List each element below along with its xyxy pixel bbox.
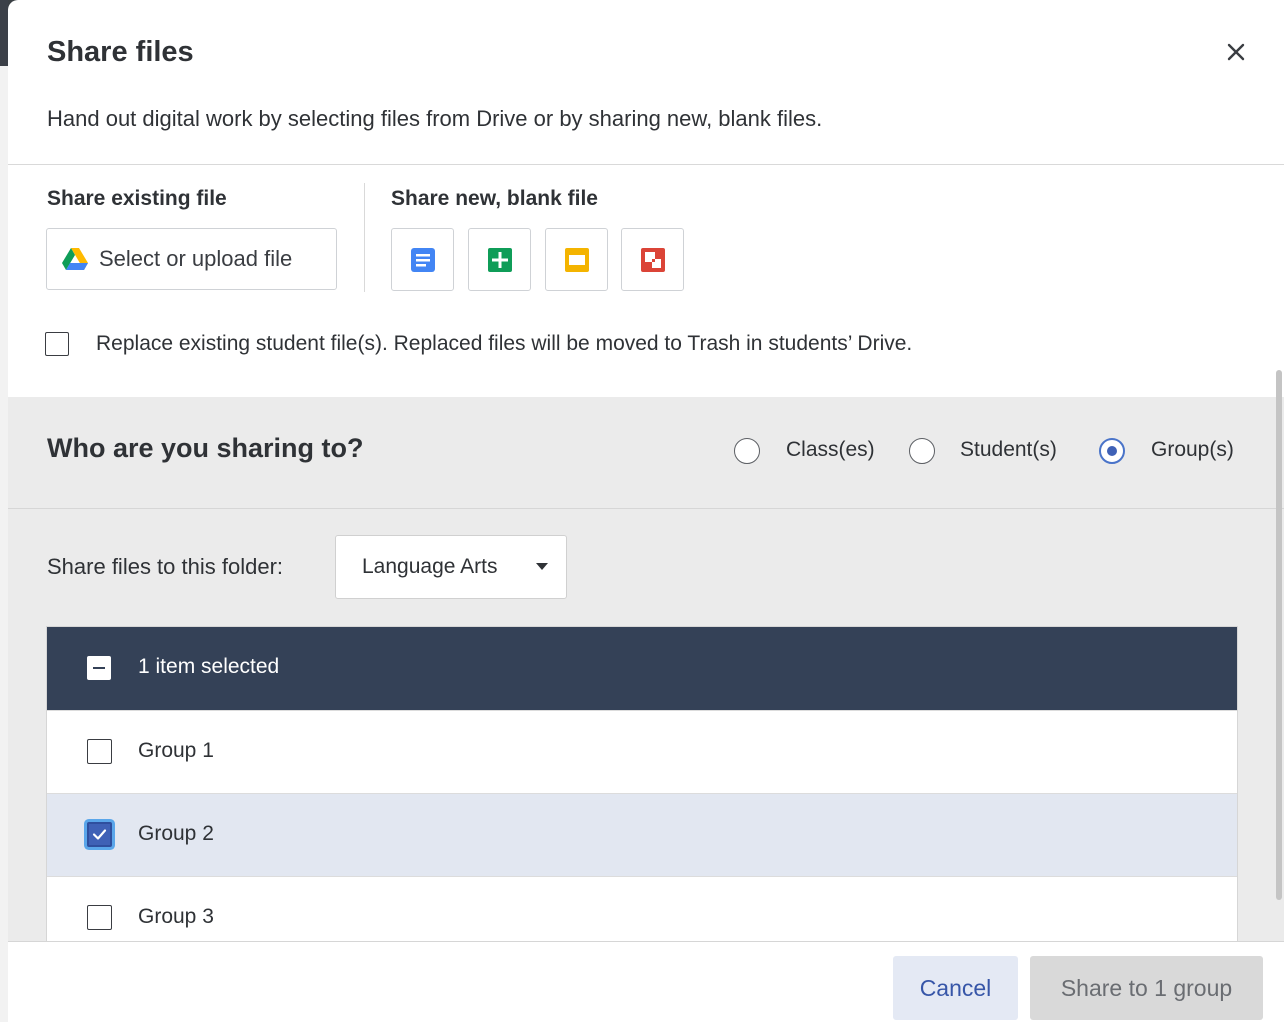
google-slides-icon — [564, 247, 589, 272]
google-sheets-icon — [487, 247, 512, 272]
new-drawing-button[interactable] — [621, 228, 684, 291]
header-divider — [8, 164, 1284, 165]
dialog-footer: Cancel Share to 1 group — [8, 941, 1284, 1022]
radio-groups-label[interactable]: Group(s) — [1151, 438, 1234, 462]
background-page — [0, 0, 8, 1022]
share-new-label: Share new, blank file — [391, 187, 598, 210]
scrollbar[interactable] — [1276, 370, 1282, 900]
close-icon[interactable] — [1220, 36, 1252, 68]
who-sharing-title: Who are you sharing to? — [47, 433, 364, 463]
replace-files-checkbox[interactable] — [45, 332, 69, 356]
new-sheet-button[interactable] — [468, 228, 531, 291]
share-button[interactable]: Share to 1 group — [1030, 956, 1263, 1020]
who-sharing-section: Who are you sharing to? Class(es) Studen… — [8, 397, 1284, 509]
radio-students[interactable] — [909, 438, 935, 464]
select-all-checkbox[interactable] — [87, 656, 111, 680]
google-drive-icon — [62, 247, 88, 270]
new-slides-button[interactable] — [545, 228, 608, 291]
table-row[interactable]: Group 3 — [47, 876, 1237, 945]
chevron-down-icon — [536, 563, 548, 570]
dialog-subtitle: Hand out digital work by selecting files… — [47, 106, 823, 131]
radio-students-label[interactable]: Student(s) — [960, 438, 1057, 462]
share-files-dialog: Share files Hand out digital work by sel… — [8, 0, 1284, 1022]
replace-files-label: Replace existing student file(s). Replac… — [96, 332, 913, 355]
table-row[interactable]: Group 1 — [47, 710, 1237, 793]
groups-table: 1 item selected Group 1 Group 2 Group 3 — [46, 626, 1238, 946]
row-label: Group 2 — [138, 822, 214, 845]
section-separator — [364, 183, 365, 292]
select-upload-file-label: Select or upload file — [99, 246, 293, 271]
checkmark-icon — [92, 829, 107, 840]
background-header — [0, 0, 8, 66]
row-label: Group 1 — [138, 739, 214, 762]
dialog-title: Share files — [47, 36, 194, 68]
cancel-button[interactable]: Cancel — [893, 956, 1018, 1020]
folder-dropdown-value: Language Arts — [362, 555, 498, 578]
google-docs-icon — [410, 247, 435, 272]
select-upload-file-button[interactable]: Select or upload file — [46, 228, 337, 290]
folder-dropdown[interactable]: Language Arts — [335, 535, 567, 599]
radio-groups[interactable] — [1099, 438, 1125, 464]
selection-count: 1 item selected — [138, 655, 280, 678]
row-checkbox[interactable] — [87, 905, 112, 930]
recipients-section: Share files to this folder: Language Art… — [8, 509, 1284, 946]
row-checkbox[interactable] — [87, 739, 112, 764]
table-row[interactable]: Group 2 — [47, 793, 1237, 876]
new-doc-button[interactable] — [391, 228, 454, 291]
folder-label: Share files to this folder: — [47, 554, 284, 579]
google-drawings-icon — [640, 247, 665, 272]
table-header: 1 item selected — [47, 627, 1237, 710]
radio-classes[interactable] — [734, 438, 760, 464]
row-checkbox[interactable] — [87, 822, 112, 847]
radio-classes-label[interactable]: Class(es) — [786, 438, 875, 462]
share-existing-label: Share existing file — [47, 187, 227, 210]
row-label: Group 3 — [138, 905, 214, 928]
